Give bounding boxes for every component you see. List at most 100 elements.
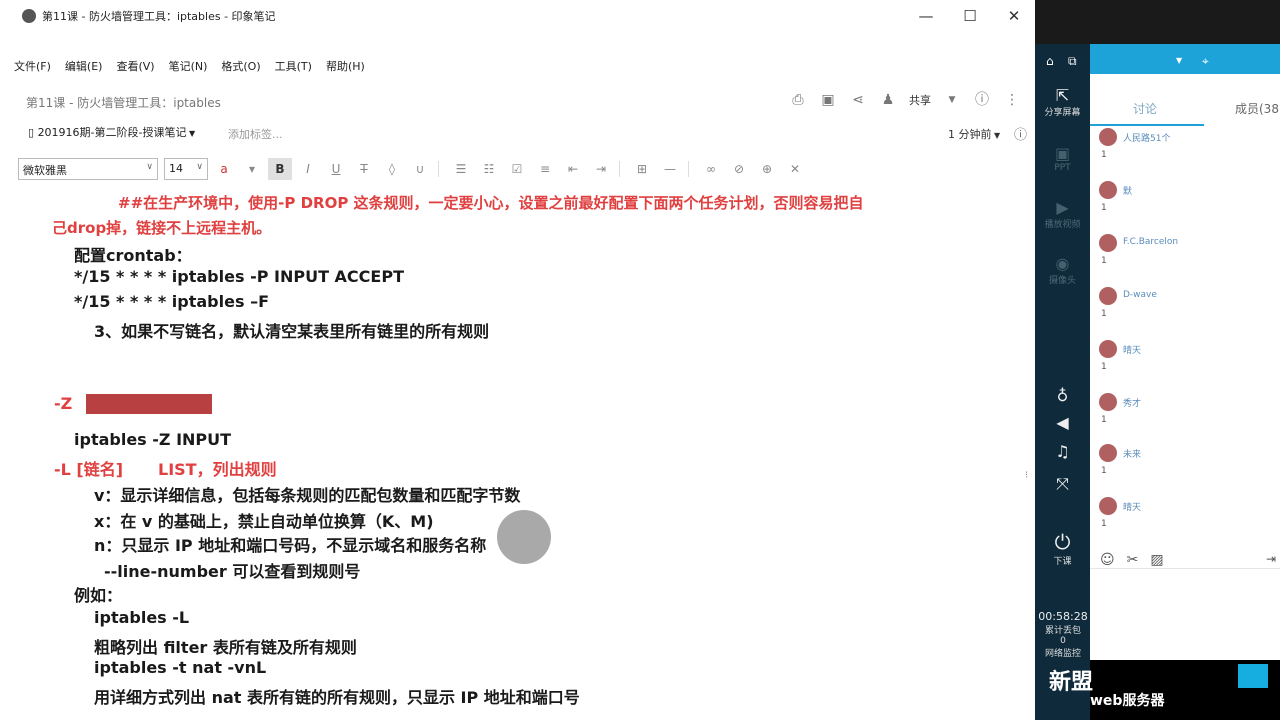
note-body[interactable]: ##在生产环境中，使用-P DROP 这条规则，一定要小心，设置之前最好配置下面…	[0, 188, 1020, 720]
scissors-icon[interactable]: ✂	[1127, 552, 1139, 568]
text-color-icon[interactable]: a	[212, 158, 236, 180]
option-v: v：显示详细信息，包括每条规则的匹配包数量和匹配字节数	[94, 486, 521, 505]
rule-note-3: 3、如果不写链名，默认清空某表里所有链里的所有规则	[94, 322, 490, 341]
play-video-button[interactable]: ▶ 播放视频	[1035, 198, 1090, 230]
menu-format[interactable]: 格式(O)	[221, 58, 260, 78]
avatar	[1099, 444, 1117, 462]
eraser-icon[interactable]: ◊	[380, 158, 404, 180]
evernote-logo-icon	[22, 9, 36, 23]
globe-icon[interactable]: ⊕	[755, 158, 779, 180]
checkbox-icon[interactable]: ☑	[505, 158, 529, 180]
attachment-icon[interactable]: ⊘	[727, 158, 751, 180]
emoji-icon[interactable]: ☺	[1100, 552, 1115, 568]
tab-members[interactable]: 成员(38	[1235, 100, 1279, 117]
chat-username[interactable]: 人民路51个	[1123, 131, 1170, 144]
chevron-down-icon[interactable]: ▼	[943, 92, 961, 108]
more-icon[interactable]: ⋮	[1003, 92, 1021, 108]
bold-icon[interactable]: B	[268, 158, 292, 180]
menu-tools[interactable]: 工具(T)	[275, 58, 312, 78]
toolbar-divider	[688, 161, 689, 177]
fullscreen-button[interactable]: ⤧	[1035, 474, 1090, 494]
chat-username[interactable]: 默	[1123, 184, 1132, 197]
menu-edit[interactable]: 编辑(E)	[65, 58, 103, 78]
note-info-icon[interactable]: ⓘ	[1014, 124, 1027, 143]
end-class-button[interactable]: ⏻ 下课	[1035, 530, 1090, 567]
share-network-icon[interactable]: ⋖	[849, 92, 867, 108]
superscript-icon[interactable]: ∪	[408, 158, 432, 180]
chat-username[interactable]: 晴天	[1123, 500, 1141, 513]
camera-button[interactable]: ◉ 摄像头	[1035, 254, 1090, 286]
ppt-button[interactable]: ▣ PPT	[1035, 144, 1090, 173]
chevron-down-icon[interactable]: ▼	[1176, 56, 1182, 65]
note-title[interactable]: 第11课 - 防火墙管理工具：iptables	[26, 94, 221, 111]
menu-file[interactable]: 文件(F)	[14, 58, 51, 78]
expand-icon[interactable]: ✕	[783, 158, 807, 180]
print-icon[interactable]: ⎙	[789, 92, 807, 108]
example-1: iptables -L	[94, 608, 190, 627]
music-button[interactable]: ♫	[1035, 442, 1090, 461]
people-icon[interactable]: ♟	[879, 92, 897, 108]
italic-icon[interactable]: I	[296, 158, 320, 180]
strikethrough-icon[interactable]: T	[352, 158, 376, 180]
align-icon[interactable]: ≡	[533, 158, 557, 180]
highlight-icon[interactable]: ▾	[240, 158, 264, 180]
speaker-button[interactable]: ◀	[1035, 413, 1090, 432]
chat-username[interactable]: D-wave	[1123, 290, 1157, 300]
minimize-button[interactable]: —	[906, 4, 946, 28]
option-l-desc: LIST，列出规则	[158, 460, 277, 479]
option-n: n：只显示 IP 地址和端口号码，不显示域名和服务名称	[94, 536, 487, 555]
menu-help[interactable]: 帮助(H)	[326, 58, 365, 78]
pin-icon[interactable]: ⌖	[1202, 54, 1209, 69]
maximize-button[interactable]: ☐	[950, 4, 990, 28]
chat-username[interactable]: 未来	[1123, 447, 1141, 460]
add-tag-input[interactable]: 添加标签...	[228, 126, 283, 142]
home-icon[interactable]: ⌂	[1046, 54, 1054, 68]
option-z: -Z	[54, 394, 73, 413]
modified-label: 1 分钟前	[948, 128, 992, 141]
microphone-icon: ♁	[1056, 386, 1069, 405]
info-icon[interactable]: ⓘ	[973, 92, 991, 108]
numbered-list-icon[interactable]: ☷	[477, 158, 501, 180]
link-icon[interactable]: ∞	[699, 158, 723, 180]
resize-grip-icon[interactable]: ⁝	[1025, 470, 1028, 481]
share-button[interactable]: 共享	[909, 92, 931, 108]
example-z: iptables -Z INPUT	[74, 430, 232, 449]
menu-view[interactable]: 查看(V)	[116, 58, 154, 78]
crontab-line-2: */15 * * * * iptables –F	[74, 292, 269, 311]
music-icon: ♫	[1055, 442, 1070, 461]
window-icon[interactable]: ⧉	[1068, 54, 1077, 69]
chat-text: 1	[1101, 519, 1107, 529]
chat-text: 1	[1101, 203, 1107, 213]
underline-icon[interactable]: U	[324, 158, 348, 180]
packet-loss-label: 累计丢包	[1044, 626, 1081, 636]
font-family-select[interactable]: 微软雅黑 ∨	[18, 158, 158, 180]
notebook-icon: ▯	[28, 126, 38, 139]
table-icon[interactable]: ⊞	[630, 158, 654, 180]
chat-username[interactable]: 晴天	[1123, 343, 1141, 356]
share-screen-icon: ⇱	[1055, 86, 1070, 105]
end-class-label: 下课	[1053, 557, 1072, 567]
outdent-icon[interactable]: ⇤	[561, 158, 585, 180]
present-icon[interactable]: ▣	[819, 92, 837, 108]
chat-username[interactable]: 秀才	[1123, 396, 1141, 409]
menu-note[interactable]: 笔记(N)	[169, 58, 208, 78]
avatar	[1099, 340, 1117, 358]
camera-label: 摄像头	[1048, 276, 1076, 286]
mic-button[interactable]: ♁	[1035, 386, 1090, 405]
tab-discussion[interactable]: 讨论	[1133, 100, 1157, 117]
indent-icon[interactable]: ⇥	[589, 158, 613, 180]
chat-username[interactable]: F.C.Barcelon	[1123, 237, 1178, 247]
font-size-select[interactable]: 14 ∨	[164, 158, 208, 180]
modified-time[interactable]: 1 分钟前 ▼	[948, 126, 1000, 142]
window-title: 第11课 - 防火墙管理工具：iptables - 印象笔记	[42, 10, 276, 23]
avatar	[1099, 393, 1117, 411]
horizontal-rule-icon[interactable]: —	[658, 158, 682, 180]
notebook-selector[interactable]: ▯ 201916期-第二阶段-授课笔记 ▼	[28, 124, 195, 140]
option-l: -L [链名]	[54, 460, 124, 479]
image-icon[interactable]: ▨	[1150, 552, 1163, 568]
brand-logo-text: 新盟	[1049, 670, 1094, 695]
bullet-list-icon[interactable]: ☰	[449, 158, 473, 180]
collapse-icon[interactable]: ⇥	[1266, 552, 1276, 566]
share-screen-button[interactable]: ⇱ 分享屏幕	[1035, 86, 1090, 118]
close-button[interactable]: ✕	[994, 4, 1034, 28]
